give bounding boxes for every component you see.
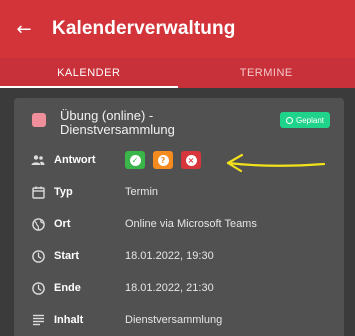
event-color-indicator <box>32 113 46 127</box>
answer-label: Antwort <box>54 154 96 166</box>
tab-bar: KALENDER TERMINE <box>0 58 355 88</box>
location-value: Online via Microsoft Teams <box>125 218 257 230</box>
type-row: Typ Termin <box>14 179 344 205</box>
start-row: Start 18.01.2022, 19:30 <box>14 243 344 269</box>
start-value: 18.01.2022, 19:30 <box>125 250 214 262</box>
clock-icon <box>286 116 293 124</box>
event-title-line1: Übung (online) - <box>60 108 154 123</box>
globe-icon <box>31 217 45 231</box>
back-arrow-icon[interactable]: ← <box>2 0 46 58</box>
status-badge: Geplant <box>280 112 331 128</box>
maybe-button[interactable]: ? <box>153 151 173 169</box>
check-icon: ✓ <box>129 154 141 166</box>
location-row: Ort Online via Microsoft Teams <box>14 211 344 237</box>
page-title: Kalenderverwaltung <box>52 18 236 39</box>
content-value: Dienstversammlung <box>125 314 223 326</box>
content-label: Inhalt <box>54 314 84 326</box>
type-value: Termin <box>125 186 159 198</box>
clock-icon <box>31 249 45 263</box>
group-icon <box>31 153 45 167</box>
event-header: Übung (online) - Dienstversammlung Gepla… <box>14 98 344 144</box>
end-row: Ende 18.01.2022, 21:30 <box>14 275 344 301</box>
app-bar: ← Kalenderverwaltung <box>0 0 355 58</box>
decline-button[interactable]: × <box>181 151 201 169</box>
calendar-event-icon <box>31 185 45 199</box>
start-label: Start <box>54 250 80 262</box>
annotation-arrow-icon <box>226 153 326 173</box>
tab-kalender[interactable]: KALENDER <box>0 58 178 88</box>
content-row: Inhalt Dienstversammlung <box>14 307 344 333</box>
question-icon: ? <box>157 154 169 166</box>
event-card: Übung (online) - Dienstversammlung Gepla… <box>14 98 344 336</box>
type-label: Typ <box>54 186 73 198</box>
event-title-line2: Dienstversammlung <box>60 122 175 137</box>
status-label: Geplant <box>296 115 325 125</box>
event-title: Übung (online) - Dienstversammlung <box>60 109 260 137</box>
accept-button[interactable]: ✓ <box>125 151 145 169</box>
notes-icon <box>31 313 45 327</box>
clock-icon <box>31 281 45 295</box>
end-label: Ende <box>54 282 81 294</box>
close-icon: × <box>185 154 197 166</box>
location-label: Ort <box>54 218 71 230</box>
end-value: 18.01.2022, 21:30 <box>125 282 214 294</box>
tab-termine[interactable]: TERMINE <box>178 58 355 88</box>
